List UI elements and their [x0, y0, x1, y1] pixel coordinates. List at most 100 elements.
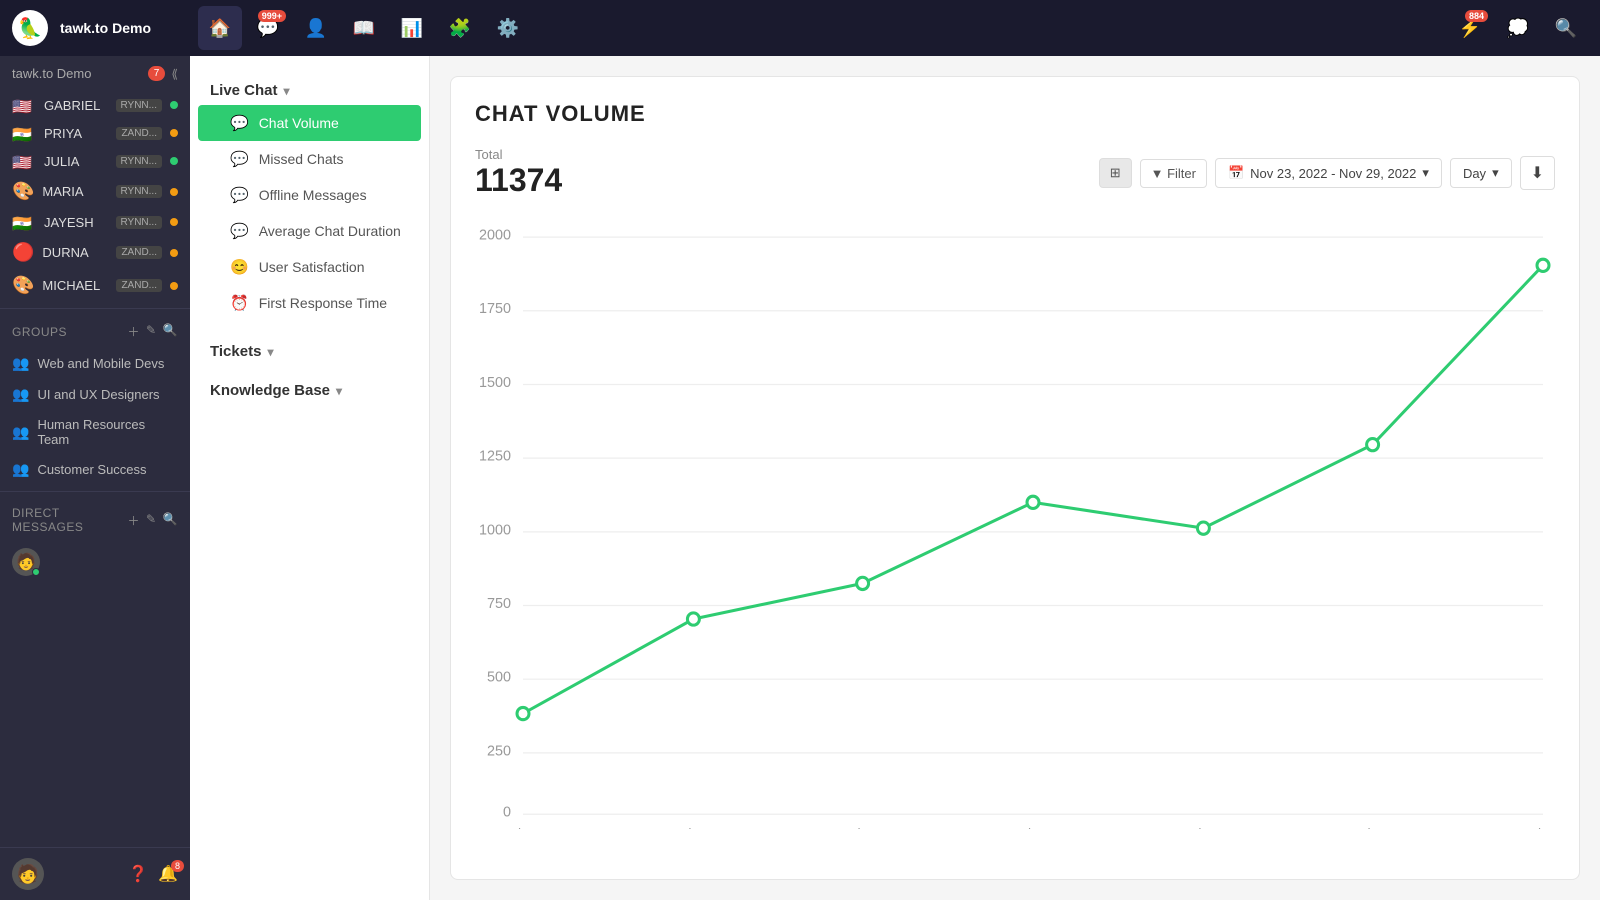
user-durna[interactable]: 🔴 DURNA ZAND... [0, 236, 190, 269]
live-chat-section[interactable]: Live Chat ▾ [190, 72, 429, 105]
data-point-5 [1367, 438, 1379, 450]
nav-missed-chats[interactable]: 💬 Missed Chats [198, 141, 421, 177]
collapse-icon[interactable]: ⟪ [171, 67, 178, 81]
durna-tag: ZAND... [116, 246, 162, 259]
line-chart-svg: 2000 1750 1500 1250 1000 750 500 250 0 [475, 215, 1555, 829]
dm-label: Direct Messages [12, 506, 127, 534]
julia-tag: RYNN... [116, 155, 163, 168]
svg-text:28/Nov: 28/Nov [1350, 827, 1396, 829]
app-brand-name: tawk.to Demo [60, 20, 151, 36]
dm-online-indicator [32, 568, 40, 576]
nav-contacts-btn[interactable]: 👤 [294, 6, 338, 50]
priya-tag: ZAND... [116, 127, 162, 140]
group-name: UI and UX Designers [37, 387, 159, 402]
speech-btn[interactable]: 💭 [1496, 6, 1540, 50]
data-point-2 [857, 577, 869, 589]
nav-first-response-time[interactable]: ⏰ First Response Time [198, 285, 421, 321]
edit-dm-icon[interactable]: ✎ [146, 512, 157, 529]
response-time-label: First Response Time [259, 295, 387, 311]
avg-duration-label: Average Chat Duration [259, 223, 401, 239]
add-dm-icon[interactable]: ＋ [127, 512, 140, 529]
groups-label: Groups [12, 325, 67, 339]
chart-total-area: Total 11374 [475, 147, 562, 199]
grid-view-btn[interactable]: ⊞ [1099, 158, 1132, 188]
toolbar-right: ⊞ ▼ Filter 📅 Nov 23, 2022 - Nov 29, 2022… [1099, 156, 1555, 190]
nav-chat-btn[interactable]: 💬 999+ [246, 6, 290, 50]
offline-messages-icon: 💬 [230, 186, 249, 204]
svg-text:2000: 2000 [479, 227, 511, 243]
period-caret-icon: ▾ [1492, 165, 1499, 181]
dm-user-item[interactable]: 🧑 [0, 542, 190, 582]
maria-tag: RYNN... [116, 185, 163, 198]
tickets-caret: ▾ [267, 345, 273, 359]
filter-btn[interactable]: ▼ Filter [1140, 159, 1207, 188]
user-michael[interactable]: 🎨 MICHAEL ZAND... [0, 269, 190, 302]
durna-status [170, 249, 178, 257]
search-dm-icon[interactable]: 🔍 [163, 512, 178, 529]
svg-text:24/Nov: 24/Nov [671, 827, 717, 829]
period-selector[interactable]: Day ▾ [1450, 158, 1512, 188]
download-btn[interactable]: ⬇ [1520, 156, 1555, 190]
sidebar-header: tawk.to Demo 7 ⟪ [0, 56, 190, 91]
group-ui-ux[interactable]: 👥 UI and UX Designers [0, 379, 190, 410]
tickets-section[interactable]: Tickets ▾ [190, 333, 429, 366]
notifications-icon-btn[interactable]: 🔔 8 [158, 864, 178, 884]
edit-groups-icon[interactable]: ✎ [146, 323, 157, 340]
svg-text:500: 500 [487, 670, 511, 686]
svg-text:29/Nov: 29/Nov [1520, 827, 1555, 829]
search-groups-icon[interactable]: 🔍 [163, 323, 178, 340]
groups-section-header: Groups ＋ ✎ 🔍 [0, 315, 190, 348]
sidebar-footer: 🧑 ❓ 🔔 8 [0, 847, 190, 900]
data-point-4 [1197, 522, 1209, 534]
app-logo: 🦜 [12, 10, 48, 46]
svg-text:750: 750 [487, 596, 511, 612]
group-name: Human Resources Team [37, 417, 178, 447]
calendar-icon: 📅 [1228, 165, 1244, 181]
knowledge-base-caret: ▾ [336, 384, 342, 398]
lightning-badge: 884 [1465, 10, 1488, 22]
user-avatar[interactable]: 🧑 [12, 858, 44, 890]
group-name: Customer Success [37, 462, 146, 477]
user-julia[interactable]: 🇺🇸 JULIA RYNN... [0, 147, 190, 175]
user-jayesh[interactable]: 🇮🇳 JAYESH RYNN... [0, 208, 190, 236]
knowledge-base-section[interactable]: Knowledge Base ▾ [190, 372, 429, 405]
chat-badge: 999+ [258, 10, 286, 22]
svg-text:1000: 1000 [479, 522, 511, 538]
search-btn[interactable]: 🔍 [1544, 6, 1588, 50]
nav-reports-btn[interactable]: 📊 [390, 6, 434, 50]
gabriel-flag: 🇺🇸 [12, 97, 36, 113]
tawkto-label: tawk.to Demo [12, 66, 91, 81]
user-maria[interactable]: 🎨 MARIA RYNN... [0, 175, 190, 208]
nav-user-satisfaction[interactable]: 😊 User Satisfaction [198, 249, 421, 285]
nav-avg-chat-duration[interactable]: 💬 Average Chat Duration [198, 213, 421, 249]
julia-name: JULIA [44, 154, 108, 169]
lightning-btn[interactable]: ⚡ 884 [1448, 6, 1492, 50]
dm-avatar: 🧑 [12, 548, 40, 576]
durna-flag: 🔴 [12, 242, 34, 263]
svg-text:25/Nov: 25/Nov [840, 827, 886, 829]
nav-home-btn[interactable]: 🏠 [198, 6, 242, 50]
live-chat-label: Live Chat [210, 82, 278, 99]
missed-chats-label: Missed Chats [259, 151, 344, 167]
user-gabriel[interactable]: 🇺🇸 GABRIEL RYNN... [0, 91, 190, 119]
maria-status [170, 188, 178, 196]
dm-actions: ＋ ✎ 🔍 [127, 512, 178, 529]
date-caret-icon: ▾ [1422, 165, 1429, 181]
live-chat-caret: ▾ [284, 84, 290, 98]
help-icon-btn[interactable]: ❓ [128, 864, 148, 884]
nav-offline-messages[interactable]: 💬 Offline Messages [198, 177, 421, 213]
nav-knowledge-btn[interactable]: 📖 [342, 6, 386, 50]
nav-chat-volume[interactable]: 💬 Chat Volume [198, 105, 421, 141]
nav-integrations-btn[interactable]: 🧩 [438, 6, 482, 50]
add-group-icon[interactable]: ＋ [127, 323, 140, 340]
nav-settings-btn[interactable]: ⚙️ [486, 6, 530, 50]
notif-badge: 8 [171, 860, 184, 872]
group-hr[interactable]: 👥 Human Resources Team [0, 410, 190, 454]
group-web-mobile[interactable]: 👥 Web and Mobile Devs [0, 348, 190, 379]
svg-text:1500: 1500 [479, 375, 511, 391]
group-customer-success[interactable]: 👥 Customer Success [0, 454, 190, 485]
user-priya[interactable]: 🇮🇳 PRIYA ZAND... [0, 119, 190, 147]
date-range-selector[interactable]: 📅 Nov 23, 2022 - Nov 29, 2022 ▾ [1215, 158, 1442, 188]
svg-text:23/Nov: 23/Nov [500, 827, 546, 829]
date-range-text: Nov 23, 2022 - Nov 29, 2022 [1250, 166, 1416, 181]
